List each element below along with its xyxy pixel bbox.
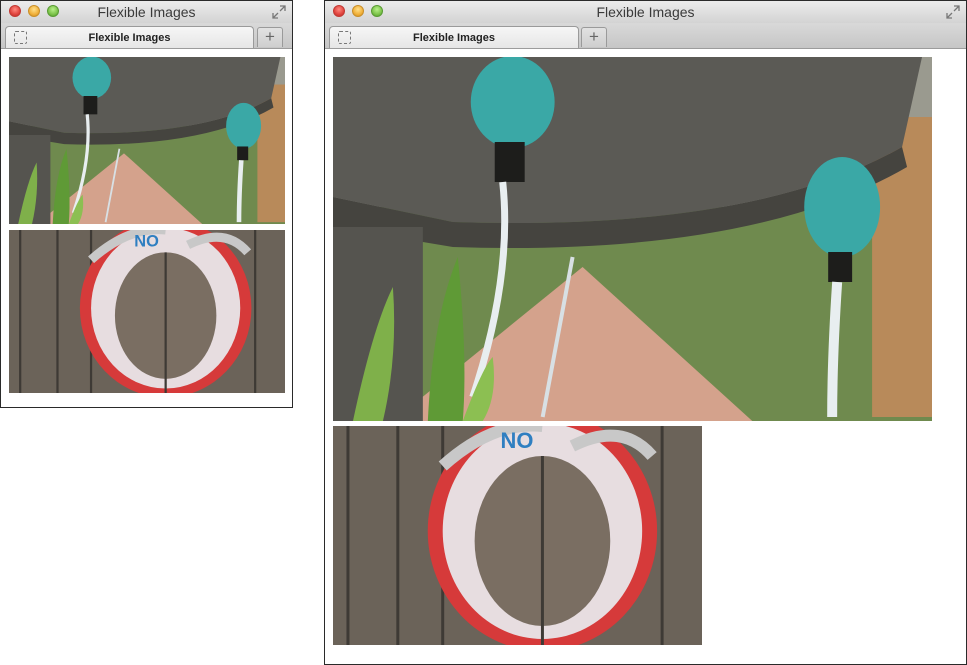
life-ring-image: NO <box>333 426 702 645</box>
tab-bar: Flexible Images + <box>1 23 292 49</box>
new-tab-button[interactable]: + <box>257 27 283 47</box>
new-tab-button[interactable]: + <box>581 27 607 47</box>
fountain-image <box>9 57 285 224</box>
title-bar[interactable]: Flexible Images <box>325 1 966 24</box>
svg-text:NO: NO <box>501 428 534 453</box>
tab-label: Flexible Images <box>413 32 495 44</box>
tab-flexible-images[interactable]: Flexible Images <box>5 26 254 48</box>
fullscreen-icon[interactable] <box>946 5 960 19</box>
tab-label: Flexible Images <box>88 32 171 44</box>
window-title: Flexible Images <box>97 4 196 20</box>
fullscreen-icon[interactable] <box>272 5 286 19</box>
tab-bar: Flexible Images + <box>325 23 966 49</box>
fountain-image <box>333 57 932 421</box>
title-bar[interactable]: Flexible Images <box>1 1 292 24</box>
tab-flexible-images[interactable]: Flexible Images <box>329 26 579 48</box>
browser-window-large: Flexible Images Flexible Images + NO <box>324 0 967 665</box>
life-ring-image: NO <box>9 230 285 393</box>
window-title: Flexible Images <box>596 4 695 20</box>
browser-window-small: Flexible Images Flexible Images + NO <box>0 0 293 408</box>
svg-text:NO: NO <box>134 232 159 250</box>
